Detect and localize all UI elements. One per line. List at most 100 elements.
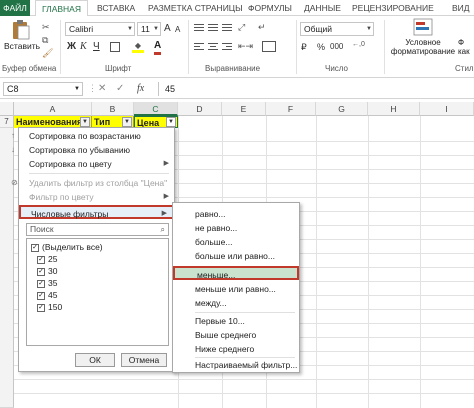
chevron-down-icon: ▼ [153,26,159,32]
row-headers-obscured[interactable] [0,128,14,408]
cancel-button[interactable]: Отмена [121,353,167,367]
decrease-decimal-icon[interactable]: ←,0 [352,41,365,48]
submenu-above-average[interactable]: Выше среднего [173,328,299,342]
gridline [14,379,474,380]
column-header-g[interactable]: G [316,102,368,116]
submenu-top-10[interactable]: Первые 10... [173,314,299,328]
format-painter-icon[interactable]: 🖌 [42,48,53,59]
formula-input[interactable]: 45 [158,82,472,96]
clear-filter-label: Удалить фильтр из столбца "Цена" [29,178,168,188]
align-center-icon[interactable] [208,43,218,52]
cancel-formula-button[interactable]: ✕ [98,82,106,96]
submenu-greater-or-equal[interactable]: больше или равно... [173,249,299,263]
filter-value-item[interactable]: ✓ (Выделить все) [31,242,103,253]
font-color-button[interactable]: A [154,40,162,55]
number-filters-item[interactable]: Числовые фильтры ▶ [19,205,174,219]
number-format-select[interactable]: Общий ▼ [300,22,374,36]
column-header-f[interactable]: F [266,102,316,116]
tab-page-layout[interactable]: РАЗМЕТКА СТРАНИЦЫ [148,0,243,16]
format-as-table-label-1: Ф [458,38,465,47]
sort-descending-item[interactable]: ↓ Сортировка по убыванию [11,143,174,157]
sort-ascending-label: Сортировка по возрастанию [29,131,141,141]
underline-button[interactable]: Ч [93,41,100,53]
enter-formula-button[interactable]: ✓ [116,82,124,96]
filter-value-item[interactable]: ✓ 25 [37,254,57,265]
copy-icon[interactable]: ⧉ [42,35,48,46]
font-name-value: Calibri [69,24,94,34]
chevron-right-icon: ▶ [163,193,169,200]
tab-data[interactable]: ДАННЫЕ [304,0,341,16]
align-bottom-icon[interactable] [222,24,232,33]
fill-color-icon[interactable]: ◆ [132,41,144,53]
align-left-icon[interactable] [194,43,204,52]
italic-button[interactable]: К [80,41,87,53]
format-as-table-button[interactable]: Ф как [458,38,474,56]
wrap-text-icon[interactable]: ↵ [258,22,266,33]
bold-button[interactable]: Ж [67,41,76,53]
paste-button[interactable]: Вставить [4,19,40,55]
shrink-font-button[interactable]: A [175,24,180,36]
cut-icon[interactable]: ✂ [42,22,50,33]
percent-button[interactable]: % [317,41,325,53]
submenu-custom-filter[interactable]: Настраиваемый фильтр... [173,358,299,372]
drag-handle-icon[interactable]: ⋮ [88,83,97,94]
tab-insert[interactable]: ВСТАВКА [97,0,135,16]
format-as-table-label-2: как [458,47,470,56]
filter-dropdown-icon[interactable]: ▼ [122,117,132,127]
submenu-equals[interactable]: равно... [173,207,299,221]
merge-cells-icon[interactable] [262,41,276,52]
filter-value-item[interactable]: ✓ 30 [37,266,57,277]
insert-function-button[interactable]: fx [137,82,144,96]
column-header-e[interactable]: E [222,102,266,116]
orientation-icon[interactable]: ⤢ [238,22,245,33]
tab-view[interactable]: ВИД [452,0,470,16]
column-header-b[interactable]: B [92,102,134,116]
filter-search-input[interactable]: Поиск ⌕ [26,223,169,236]
submenu-below-average[interactable]: Ниже среднего [173,342,299,356]
filter-value-label: 45 [48,290,58,300]
submenu-less-or-equal[interactable]: меньше или равно... [173,282,299,296]
indent-icon[interactable]: ⇤⇥ [238,41,253,52]
group-styles-label: Стили [455,64,474,73]
column-header-h[interactable]: H [368,102,420,116]
row-header-7[interactable]: 7 [0,116,14,128]
tab-home[interactable]: ГЛАВНАЯ [35,0,88,17]
submenu-not-equal[interactable]: не равно... [173,221,299,235]
thousands-button[interactable]: 000 [330,41,343,53]
font-size-select[interactable]: 11 ▼ [137,22,161,36]
filter-value-item[interactable]: ✓ 45 [37,290,57,301]
name-box[interactable]: C8 ▼ [3,82,83,96]
column-header-c[interactable]: C [134,102,178,116]
column-header-i[interactable]: I [420,102,474,116]
tab-file[interactable]: ФАЙЛ [0,0,30,16]
ok-button[interactable]: ОК [75,353,115,367]
tab-formulas[interactable]: ФОРМУЛЫ [248,0,292,16]
submenu-less[interactable]: меньше... [173,266,299,280]
align-right-icon[interactable] [222,43,232,52]
gridline [14,393,474,394]
align-middle-icon[interactable] [208,24,218,33]
align-top-icon[interactable] [194,24,204,33]
submenu-greater[interactable]: больше... [173,235,299,249]
borders-icon[interactable] [110,42,120,52]
autofilter-panel: ↑ Сортировка по возрастанию ↓ Сортировка п… [11,127,175,372]
currency-button[interactable]: ₽ [301,41,307,53]
sort-ascending-item[interactable]: ↑ Сортировка по возрастанию [11,129,174,143]
column-header-d[interactable]: D [178,102,222,116]
tab-review[interactable]: РЕЦЕНЗИРОВАНИЕ [352,0,434,16]
filter-dropdown-icon[interactable]: ▼ [166,117,176,127]
font-name-select[interactable]: Calibri ▼ [65,22,135,36]
name-box-value: C8 [7,84,19,94]
conditional-format-button[interactable]: Условное форматирование [388,18,458,62]
filter-values-list: ✓ (Выделить все) ✓ 25 ✓ 30 ✓ 35 ✓ 45 ✓ 150 [26,238,169,346]
column-header-a[interactable]: A [14,102,92,116]
filter-value-item[interactable]: ✓ 35 [37,278,57,289]
filter-by-color-item: Фильтр по цвету ▶ [19,190,174,204]
submenu-between[interactable]: между... [173,296,299,310]
select-all-corner[interactable] [0,102,14,116]
grow-font-button[interactable]: A [164,23,171,35]
filter-value-item[interactable]: ✓ 150 [37,302,62,313]
sort-by-color-item[interactable]: Сортировка по цвету ▶ [19,157,174,171]
filter-dropdown-icon[interactable]: ▼ [80,117,90,127]
filter-value-label: (Выделить все) [42,242,103,252]
